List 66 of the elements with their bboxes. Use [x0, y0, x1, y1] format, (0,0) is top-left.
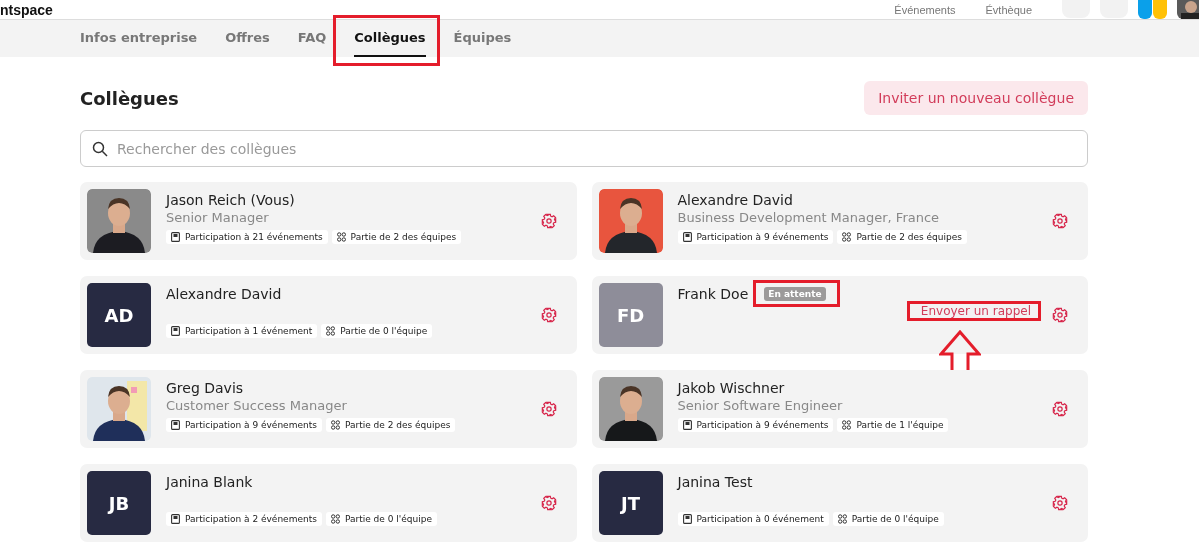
- events-chip: Participation à 9 événements: [166, 418, 322, 432]
- colleague-name: Jakob Wischner: [677, 380, 785, 396]
- initials-avatar: AD: [87, 283, 151, 347]
- colleague-name: Greg Davis: [166, 380, 244, 396]
- teams-chip: Partie de 2 des équipes: [325, 418, 456, 432]
- team-icon: [842, 232, 852, 242]
- teams-chip: Partie de 1 l'équipe: [837, 418, 949, 432]
- tab[interactable]: Offres: [225, 20, 270, 57]
- teams-chip: Partie de 0 l'équipe: [321, 324, 433, 338]
- nav-link[interactable]: Événements: [894, 3, 956, 16]
- events-chip: Participation à 0 événement: [677, 512, 829, 526]
- search-icon: [92, 141, 108, 157]
- calendar-icon: [682, 514, 692, 524]
- settings-icon[interactable]: [1052, 495, 1068, 511]
- tab[interactable]: Collègues: [354, 20, 426, 57]
- initials-avatar: JB: [87, 471, 151, 535]
- settings-icon[interactable]: [540, 401, 557, 417]
- events-chip: Participation à 9 événements: [677, 418, 834, 432]
- job-title: Customer Success Manager: [166, 398, 348, 413]
- teams-chip: Partie de 2 des équipes: [331, 230, 462, 244]
- nav-link[interactable]: Évthèque: [985, 3, 1032, 16]
- events-chip: Participation à 9 événements: [677, 230, 834, 244]
- job-title: Senior Manager: [166, 210, 270, 225]
- teams-chip: Partie de 2 des équipes: [837, 230, 967, 244]
- colleague-name: Janina Test: [677, 474, 753, 490]
- settings-icon[interactable]: [1052, 213, 1068, 229]
- calendar-icon: [171, 326, 180, 336]
- events-chip: Participation à 21 événements: [166, 230, 328, 244]
- tab[interactable]: Infos entreprise: [80, 20, 198, 57]
- job-title: Business Development Manager, France: [677, 210, 941, 225]
- status-badge: En attente: [764, 287, 826, 301]
- calendar-icon: [682, 420, 692, 430]
- team-icon: [326, 326, 336, 336]
- logo[interactable]: ntspace: [0, 1, 53, 18]
- reminder-link[interactable]: Envoyer un rappel: [920, 304, 1031, 318]
- initials-avatar: FD: [598, 283, 663, 347]
- events-chip: Participation à 2 événements: [166, 512, 322, 526]
- calendar-icon: [171, 514, 180, 524]
- calendar-icon: [682, 232, 692, 242]
- settings-icon[interactable]: [540, 495, 557, 511]
- calendar-icon: [171, 232, 180, 242]
- calendar-icon: [171, 420, 180, 430]
- team-icon: [837, 514, 847, 524]
- tab[interactable]: Équipes: [453, 20, 512, 57]
- team-icon: [842, 420, 852, 430]
- team-icon: [330, 420, 340, 430]
- page-title: Collègues: [80, 87, 179, 109]
- job-title: Senior Software Engineer: [677, 398, 844, 413]
- settings-icon[interactable]: [540, 213, 557, 229]
- initials-avatar: JT: [598, 471, 663, 535]
- settings-icon[interactable]: [540, 307, 557, 323]
- settings-icon[interactable]: [1052, 401, 1068, 417]
- search-field[interactable]: Rechercher des collègues: [80, 130, 1088, 167]
- events-chip: Participation à 1 événement: [166, 324, 318, 338]
- teams-chip: Partie de 0 l'équipe: [832, 512, 944, 526]
- colleague-name: Alexandre David: [166, 286, 282, 302]
- colleague-name: Frank Doe: [677, 286, 749, 302]
- team-icon: [330, 514, 340, 524]
- teams-chip: Partie de 0 l'équipe: [325, 512, 437, 526]
- team-icon: [336, 232, 346, 242]
- invite-button[interactable]: Inviter un nouveau collègue: [864, 81, 1088, 115]
- colleague-name: Janina Blank: [166, 474, 253, 490]
- colleague-name: Alexandre David: [677, 192, 793, 208]
- tab[interactable]: FAQ: [297, 20, 327, 57]
- colleague-name: Jason Reich (Vous): [166, 192, 295, 208]
- settings-icon[interactable]: [1052, 307, 1068, 323]
